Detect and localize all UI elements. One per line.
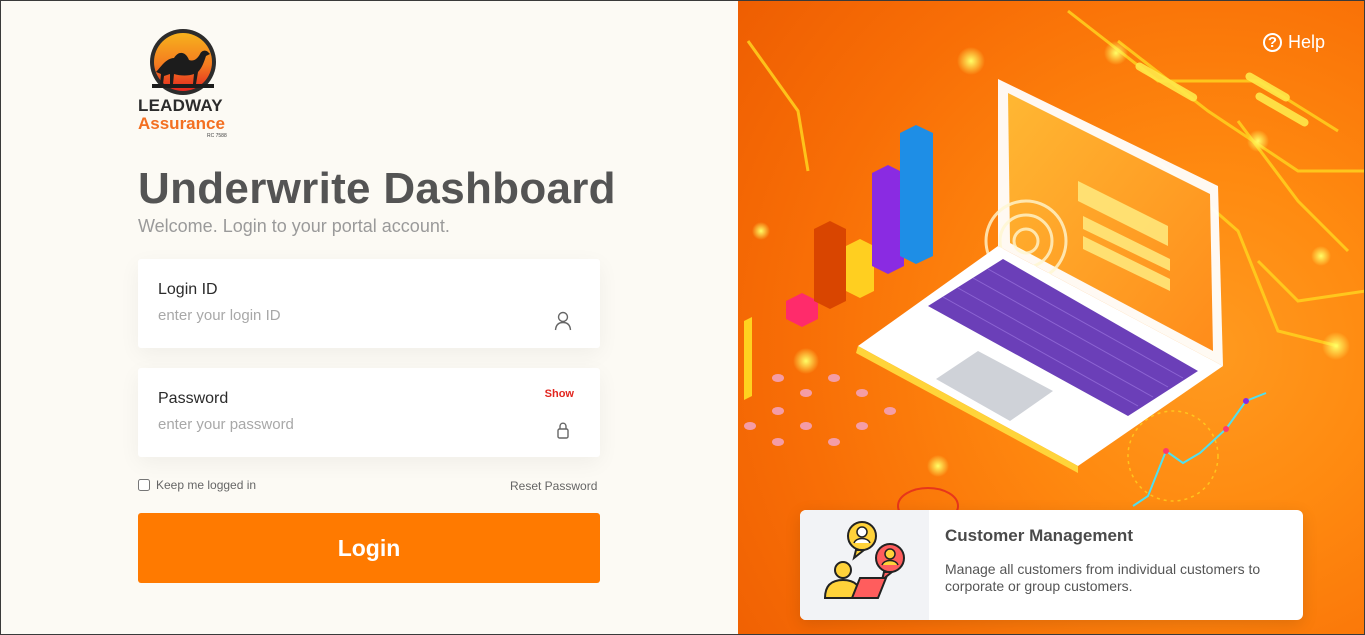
lock-icon [557, 422, 569, 439]
brand-name: LEADWAY [138, 96, 223, 115]
question-circle-icon: ? [1263, 33, 1282, 52]
page-subtitle: Welcome. Login to your portal account. [138, 216, 450, 236]
page-title: Underwrite Dashboard [138, 164, 616, 213]
login-id-input[interactable] [158, 307, 518, 324]
login-panel: LEADWAY Assurance RC 7588 Underwrite Das… [1, 1, 738, 634]
leadway-logo: LEADWAY Assurance RC 7588 [138, 28, 233, 140]
brand-subname: Assurance [138, 114, 225, 133]
keep-logged-in-checkbox[interactable] [138, 479, 150, 491]
login-id-label: Login ID [158, 281, 218, 298]
camel-logo-icon [150, 29, 216, 95]
login-page: LEADWAY Assurance RC 7588 Underwrite Das… [0, 0, 1365, 635]
customer-management-icon-container [800, 510, 929, 620]
customer-management-icon [823, 521, 905, 599]
login-button[interactable]: Login [138, 513, 600, 583]
show-password-toggle[interactable]: Show [545, 388, 574, 400]
login-id-field: Login ID [138, 259, 600, 348]
reset-password-link[interactable]: Reset Password [510, 479, 597, 493]
card-description: Manage all customers from individual cus… [945, 561, 1261, 594]
help-label: Help [1288, 32, 1326, 52]
keep-logged-in-option[interactable]: Keep me logged in [138, 478, 256, 492]
brand-rc-number: RC 7588 [207, 133, 227, 139]
password-field: Password Show [138, 368, 600, 457]
user-icon [554, 311, 572, 331]
keep-logged-in-label: Keep me logged in [156, 478, 257, 492]
customer-management-card: Customer Management Manage all customers… [800, 510, 1303, 620]
card-title: Customer Management [945, 526, 1133, 545]
password-input[interactable] [158, 416, 518, 433]
help-link[interactable]: ? Help [1263, 32, 1325, 53]
password-label: Password [158, 390, 229, 407]
